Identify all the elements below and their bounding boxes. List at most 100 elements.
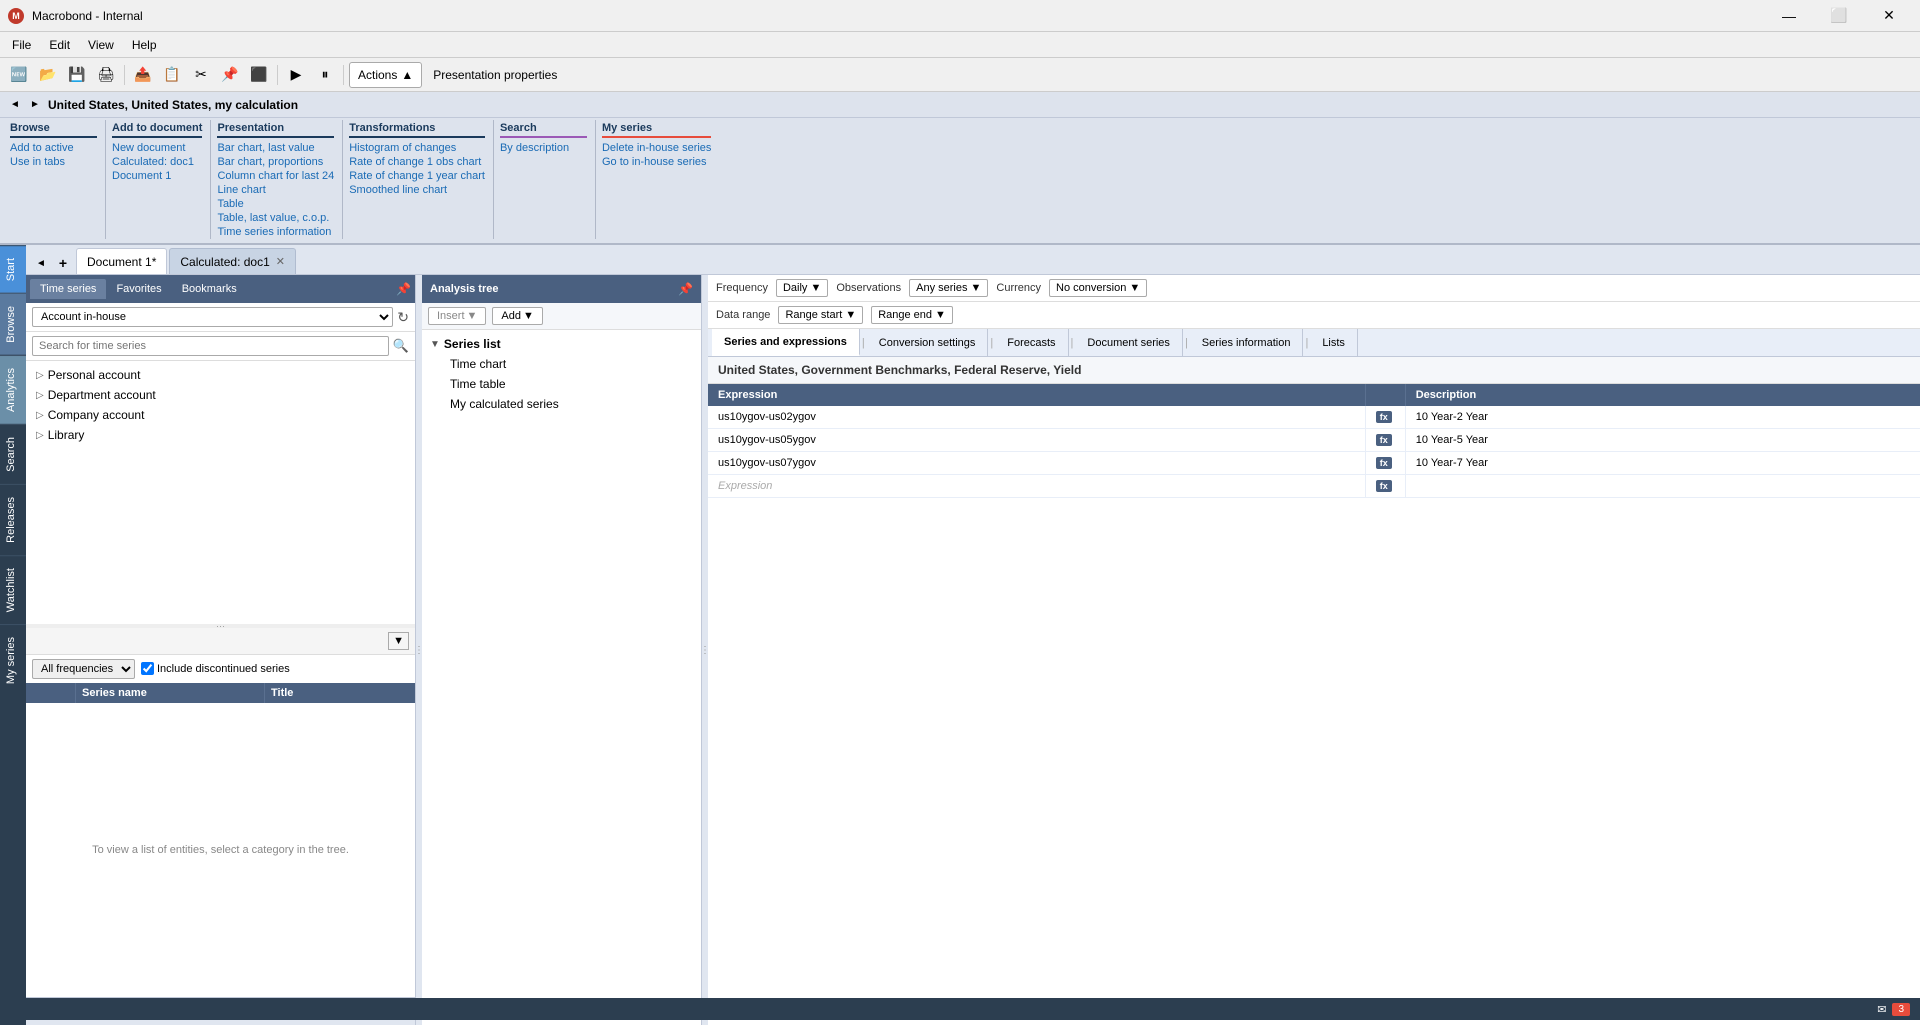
tree-time-chart[interactable]: Time chart <box>426 354 697 374</box>
tab-nav-back[interactable]: ◄ <box>32 252 50 274</box>
tab-document1[interactable]: Document 1* <box>76 248 167 274</box>
currency-dropdown[interactable]: No conversion ▼ <box>1049 279 1147 297</box>
add-tab-button[interactable]: + <box>52 252 74 274</box>
tab-calculated-doc1[interactable]: Calculated: doc1 ✕ <box>169 248 296 274</box>
frequency-select[interactable]: All frequencies <box>32 659 135 679</box>
qa-histogram-link[interactable]: Histogram of changes <box>349 141 485 155</box>
menu-file[interactable]: File <box>4 36 39 54</box>
qa-ts-info-link[interactable]: Time series information <box>217 225 334 239</box>
include-discontinued-label[interactable]: Include discontinued series <box>141 662 290 675</box>
qa-goto-inhouse-link[interactable]: Go to in-house series <box>602 155 711 169</box>
tree-series-list[interactable]: ▼ Series list <box>426 334 697 354</box>
frequency-dropdown[interactable]: Daily ▼ <box>776 279 828 297</box>
pin-button[interactable]: 📌 <box>217 62 243 88</box>
play-button[interactable]: ▶ <box>283 62 309 88</box>
sidebar-tab-releases[interactable]: Releases <box>0 484 26 555</box>
fx-badge-3[interactable]: fx <box>1365 452 1405 475</box>
expression-placeholder[interactable]: Expression <box>708 475 1365 498</box>
qa-rate-1obs-link[interactable]: Rate of change 1 obs chart <box>349 155 485 169</box>
qa-myseries-section: My series Delete in-house series Go to i… <box>598 120 719 239</box>
analysis-pin-icon[interactable]: 📌 <box>678 282 693 296</box>
tab-favorites[interactable]: Favorites <box>106 279 171 299</box>
share-button[interactable]: 📤 <box>130 62 156 88</box>
account-select[interactable]: Account in-house <box>32 307 393 327</box>
range-start-dropdown[interactable]: Range start ▼ <box>778 306 863 324</box>
filter-icon[interactable]: ▼ <box>388 632 409 650</box>
qa-use-in-tabs-link[interactable]: Use in tabs <box>10 155 97 169</box>
qa-bar-chart-last-link[interactable]: Bar chart, last value <box>217 141 334 155</box>
main-layout: Start Browse Analytics Search Releases W… <box>0 245 1920 1025</box>
tree-personal-account[interactable]: ▷ Personal account <box>32 365 409 385</box>
qa-delete-inhouse-link[interactable]: Delete in-house series <box>602 141 711 155</box>
minimize-button[interactable]: — <box>1766 0 1812 32</box>
grid-button[interactable]: ⬛ <box>246 62 272 88</box>
qa-table-last-link[interactable]: Table, last value, c.o.p. <box>217 211 334 225</box>
tree-library[interactable]: ▷ Library <box>32 425 409 445</box>
insert-button[interactable]: Insert ▼ <box>428 307 486 325</box>
qa-add-to-active-link[interactable]: Add to active <box>10 141 97 155</box>
qa-add-to-document-section: Add to document New document Calculated:… <box>108 120 211 239</box>
sidebar-tab-start[interactable]: Start <box>0 245 26 293</box>
open-button[interactable]: 📂 <box>35 62 61 88</box>
fx-badge-2[interactable]: fx <box>1365 429 1405 452</box>
expression-3: us10ygov-us07ygov <box>708 452 1365 475</box>
app-title: Macrobond - Internal <box>32 9 143 23</box>
tree-my-calculated[interactable]: My calculated series <box>426 394 697 414</box>
range-end-dropdown[interactable]: Range end ▼ <box>871 306 953 324</box>
analysis-toolbar: Insert ▼ Add ▼ <box>422 303 701 330</box>
cut-button[interactable]: ✂ <box>188 62 214 88</box>
observations-dropdown[interactable]: Any series ▼ <box>909 279 988 297</box>
sidebar-tab-browse[interactable]: Browse <box>0 293 26 355</box>
menu-help[interactable]: Help <box>124 36 165 54</box>
maximize-button[interactable]: ⬜ <box>1816 0 1862 32</box>
table-row: us10ygov-us02ygov fx 10 Year-2 Year <box>708 406 1920 429</box>
new-button[interactable]: 🆕 <box>6 62 32 88</box>
sidebar-tab-myseries[interactable]: My series <box>0 624 26 696</box>
qa-rate-1yr-link[interactable]: Rate of change 1 year chart <box>349 169 485 183</box>
presentation-properties-button[interactable]: Presentation properties <box>425 65 565 85</box>
add-button[interactable]: Add ▼ <box>492 307 542 325</box>
tab-timeseries[interactable]: Time series <box>30 279 106 299</box>
qa-new-document-link[interactable]: New document <box>112 141 202 155</box>
copy-button[interactable]: 📋 <box>159 62 185 88</box>
insert-label: Insert <box>437 310 465 322</box>
fx-badge-1[interactable]: fx <box>1365 406 1405 429</box>
menu-edit[interactable]: Edit <box>41 36 78 54</box>
tree-company-account[interactable]: ▷ Company account <box>32 405 409 425</box>
tab-forecasts[interactable]: Forecasts <box>995 329 1068 356</box>
tab-bookmarks[interactable]: Bookmarks <box>172 279 247 299</box>
tree-time-table[interactable]: Time table <box>426 374 697 394</box>
left-panel-pin-icon[interactable]: 📌 <box>396 282 411 296</box>
tab-series-information[interactable]: Series information <box>1190 329 1304 356</box>
tree-department-account[interactable]: ▷ Department account <box>32 385 409 405</box>
qa-by-description-link[interactable]: By description <box>500 141 587 155</box>
refresh-button[interactable]: ↻ <box>397 309 409 326</box>
qa-bar-chart-prop-link[interactable]: Bar chart, proportions <box>217 155 334 169</box>
qa-calculated-doc1-link[interactable]: Calculated: doc1 <box>112 155 202 169</box>
search-timeseries-input[interactable] <box>32 336 389 356</box>
include-discontinued-checkbox[interactable] <box>141 662 154 675</box>
pause-button[interactable]: ⏸ <box>312 62 338 88</box>
sidebar-tab-watchlist[interactable]: Watchlist <box>0 555 26 624</box>
close-button[interactable]: ✕ <box>1866 0 1912 32</box>
sidebar-tab-search[interactable]: Search <box>0 424 26 484</box>
qa-document1-link[interactable]: Document 1 <box>112 169 202 183</box>
print-button[interactable]: 🖨 <box>93 62 119 88</box>
nav-back-button[interactable]: ◄ <box>6 96 24 114</box>
qa-smoothed-link[interactable]: Smoothed line chart <box>349 183 485 197</box>
sidebar-tab-analytics[interactable]: Analytics <box>0 355 26 424</box>
tab-document-series[interactable]: Document series <box>1075 329 1183 356</box>
nav-forward-button[interactable]: ► <box>26 96 44 114</box>
qa-table-link[interactable]: Table <box>217 197 334 211</box>
fx-badge-4[interactable]: fx <box>1365 475 1405 498</box>
qa-column-chart-link[interactable]: Column chart for last 24 <box>217 169 334 183</box>
tab-series-expressions[interactable]: Series and expressions <box>712 329 860 356</box>
qa-line-chart-link[interactable]: Line chart <box>217 183 334 197</box>
save-button[interactable]: 💾 <box>64 62 90 88</box>
description-4 <box>1405 475 1920 498</box>
menu-view[interactable]: View <box>80 36 122 54</box>
actions-button[interactable]: Actions ▲ <box>349 62 422 88</box>
tab-lists[interactable]: Lists <box>1310 329 1358 356</box>
tab-conversion-settings[interactable]: Conversion settings <box>867 329 989 356</box>
close-calculated-tab-icon[interactable]: ✕ <box>276 255 285 268</box>
